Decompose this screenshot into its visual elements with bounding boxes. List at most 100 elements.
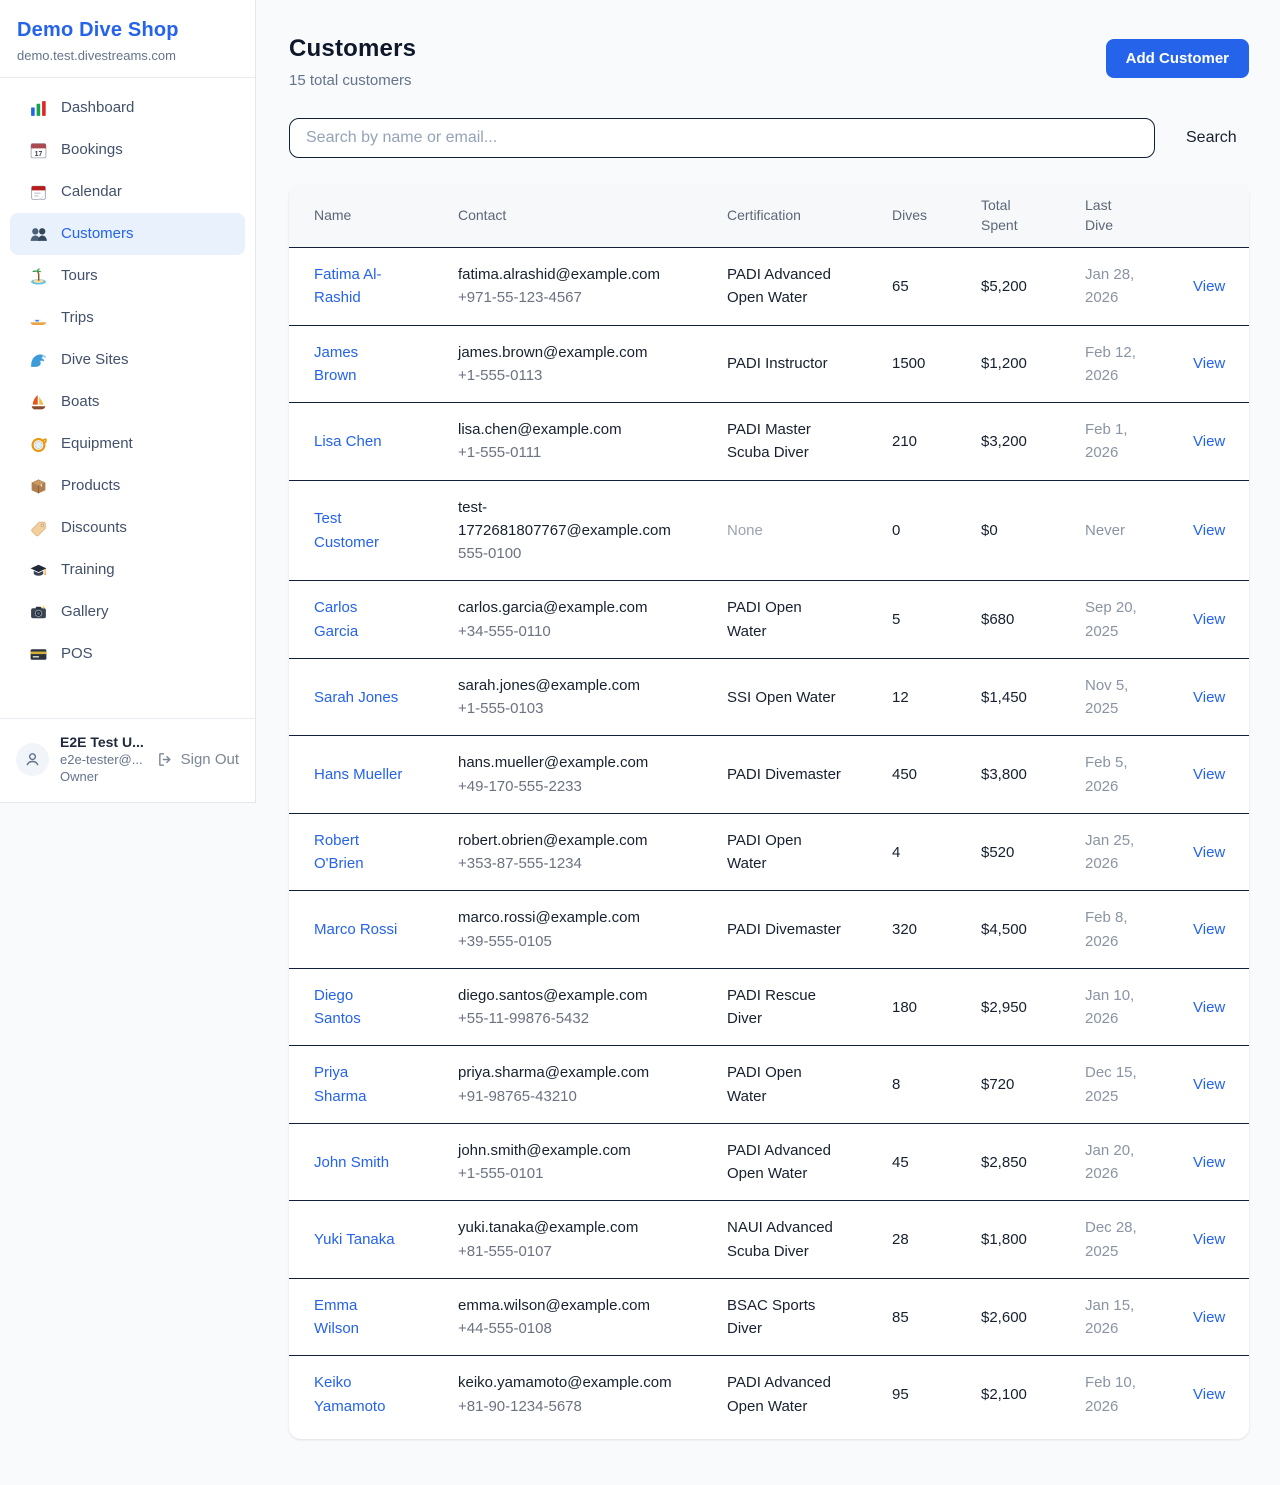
customer-name-link[interactable]: Test Customer <box>314 510 379 550</box>
view-link[interactable]: View <box>1193 278 1225 295</box>
sign-out-button[interactable]: Sign Out <box>155 751 239 768</box>
svg-text:17: 17 <box>34 150 42 157</box>
package-icon <box>28 476 48 496</box>
table-row: James Brown james.brown@example.com +1-5… <box>289 325 1249 403</box>
customer-email: sarah.jones@example.com <box>458 674 679 697</box>
page-title: Customers <box>289 35 416 63</box>
search-input[interactable] <box>289 118 1155 158</box>
view-link[interactable]: View <box>1193 355 1225 372</box>
credit-card-icon <box>28 644 48 664</box>
customer-phone: +1-555-0103 <box>458 697 679 720</box>
customer-total-spent: $2,100 <box>957 1356 1061 1433</box>
customer-dives: 28 <box>868 1201 957 1279</box>
sidebar-item-equipment[interactable]: Equipment <box>10 423 245 465</box>
customer-dives: 210 <box>868 403 957 481</box>
sidebar-item-discounts[interactable]: Discounts <box>10 507 245 549</box>
view-link[interactable]: View <box>1193 433 1225 450</box>
sidebar-item-training[interactable]: Training <box>10 549 245 591</box>
sidebar-item-dashboard[interactable]: Dashboard <box>10 87 245 129</box>
customer-total-spent: $680 <box>957 581 1061 659</box>
customer-name-link[interactable]: Robert O'Brien <box>314 832 364 872</box>
customer-phone: +353-87-555-1234 <box>458 852 679 875</box>
avatar <box>16 743 49 776</box>
customer-last-dive: Jan 10, 2026 <box>1061 968 1165 1046</box>
customer-email: test-1772681807767@example.com <box>458 496 679 543</box>
customer-certification: NAUI Advanced Scuba Diver <box>703 1201 868 1279</box>
customer-last-dive: Feb 10, 2026 <box>1061 1356 1165 1433</box>
customer-total-spent: $520 <box>957 813 1061 891</box>
view-link[interactable]: View <box>1193 921 1225 938</box>
view-link[interactable]: View <box>1193 844 1225 861</box>
view-link[interactable]: View <box>1193 689 1225 706</box>
shop-header: Demo Dive Shop demo.test.divestreams.com <box>0 0 255 78</box>
customer-total-spent: $4,500 <box>957 891 1061 969</box>
dashboard-icon <box>28 98 48 118</box>
customer-total-spent: $2,950 <box>957 968 1061 1046</box>
customer-name-link[interactable]: Hans Mueller <box>314 766 402 783</box>
page-header: Customers 15 total customers Add Custome… <box>289 35 1249 89</box>
camera-icon <box>28 602 48 622</box>
user-email: e2e-tester@... <box>60 752 144 767</box>
customer-name-link[interactable]: James Brown <box>314 344 358 384</box>
customer-last-dive: Dec 28, 2025 <box>1061 1201 1165 1279</box>
column-header-contact: Contact <box>434 184 703 248</box>
main-content: Customers 15 total customers Add Custome… <box>256 0 1280 1459</box>
customer-phone: +49-170-555-2233 <box>458 775 679 798</box>
view-link[interactable]: View <box>1193 611 1225 628</box>
customer-dives: 450 <box>868 736 957 814</box>
customer-name-link[interactable]: Sarah Jones <box>314 689 398 706</box>
sidebar-item-pos[interactable]: POS <box>10 633 245 675</box>
customer-name-link[interactable]: Priya Sharma <box>314 1064 367 1104</box>
calendar-icon <box>28 182 48 202</box>
customer-name-link[interactable]: Keiko Yamamoto <box>314 1374 385 1414</box>
shop-name: Demo Dive Shop <box>17 19 238 42</box>
search-button[interactable]: Search <box>1182 123 1241 153</box>
customer-email: john.smith@example.com <box>458 1139 679 1162</box>
customer-name-link[interactable]: Yuki Tanaka <box>314 1231 395 1248</box>
customer-certification: PADI Advanced Open Water <box>703 248 868 326</box>
table-header: NameContactCertificationDivesTotal Spent… <box>289 184 1249 248</box>
column-header-certification: Certification <box>703 184 868 248</box>
sidebar-item-customers[interactable]: Customers <box>10 213 245 255</box>
sidebar-item-trips[interactable]: Trips <box>10 297 245 339</box>
sidebar-item-tours[interactable]: Tours <box>10 255 245 297</box>
customer-name-link[interactable]: Marco Rossi <box>314 921 397 938</box>
customer-contact-cell: marco.rossi@example.com +39-555-0105 <box>434 891 703 969</box>
view-link[interactable]: View <box>1193 1231 1225 1248</box>
sidebar-item-bookings[interactable]: 17Bookings <box>10 129 245 171</box>
customer-certification: PADI Advanced Open Water <box>703 1123 868 1201</box>
customer-contact-cell: yuki.tanaka@example.com +81-555-0107 <box>434 1201 703 1279</box>
sidebar-item-boats[interactable]: Boats <box>10 381 245 423</box>
view-link[interactable]: View <box>1193 766 1225 783</box>
sidebar-item-gallery[interactable]: Gallery <box>10 591 245 633</box>
view-link[interactable]: View <box>1193 1154 1225 1171</box>
sidebar-item-calendar[interactable]: Calendar <box>10 171 245 213</box>
sidebar-item-label: Training <box>61 561 115 579</box>
dive-mask-icon <box>28 434 48 454</box>
customer-contact-cell: sarah.jones@example.com +1-555-0103 <box>434 658 703 736</box>
view-link[interactable]: View <box>1193 1386 1225 1403</box>
view-link[interactable]: View <box>1193 1309 1225 1326</box>
customer-name-link[interactable]: Carlos Garcia <box>314 599 358 639</box>
customer-certification: SSI Open Water <box>703 658 868 736</box>
sidebar-item-label: Equipment <box>61 435 133 453</box>
customer-name-link[interactable]: Emma Wilson <box>314 1297 359 1337</box>
customer-phone: +55-11-99876-5432 <box>458 1007 679 1030</box>
customer-dives: 95 <box>868 1356 957 1433</box>
view-link[interactable]: View <box>1193 522 1225 539</box>
view-link[interactable]: View <box>1193 999 1225 1016</box>
view-link[interactable]: View <box>1193 1076 1225 1093</box>
page-subtitle: 15 total customers <box>289 72 416 89</box>
customer-name-link[interactable]: Lisa Chen <box>314 433 382 450</box>
island-icon <box>28 266 48 286</box>
customer-name-link[interactable]: Fatima Al-Rashid <box>314 266 382 306</box>
customer-last-dive: Jan 15, 2026 <box>1061 1278 1165 1356</box>
sidebar-item-dive-sites[interactable]: Dive Sites <box>10 339 245 381</box>
add-customer-button[interactable]: Add Customer <box>1106 39 1249 78</box>
customer-contact-cell: emma.wilson@example.com +44-555-0108 <box>434 1278 703 1356</box>
sidebar-item-label: POS <box>61 645 93 663</box>
sidebar-item-products[interactable]: Products <box>10 465 245 507</box>
grad-cap-icon <box>28 560 48 580</box>
customer-name-link[interactable]: John Smith <box>314 1154 389 1171</box>
customer-name-link[interactable]: Diego Santos <box>314 987 361 1027</box>
